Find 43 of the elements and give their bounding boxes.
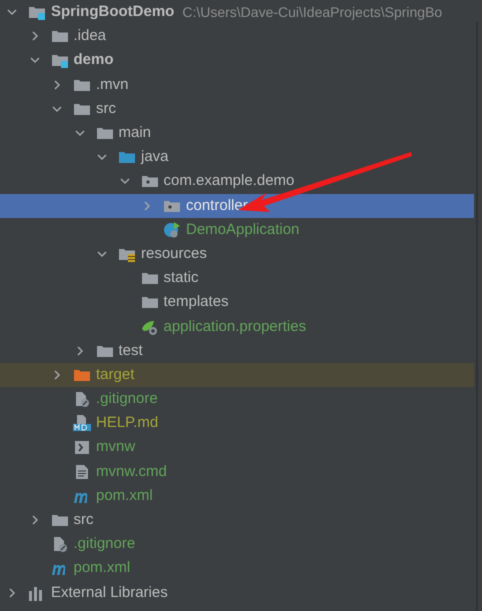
module-folder-icon [50,52,68,68]
folder-icon [118,149,136,166]
tree-item-label[interactable]: java [141,148,169,166]
tree-item-label[interactable]: application.properties [164,318,306,336]
folder-icon [140,270,158,286]
tree-item-label[interactable]: static [164,269,199,288]
spring-class-icon [163,222,181,238]
folder-icon [96,125,114,142]
tree-item-label[interactable]: target [96,366,134,384]
tree-item-label[interactable]: templates [164,293,229,312]
tree-item-label[interactable]: resources [141,244,207,263]
text-file-icon [73,464,91,480]
tree-item-label[interactable]: demo [74,51,114,70]
tree-item-label[interactable]: .mvn [96,76,129,94]
spring-properties-icon [140,318,158,335]
tree-item-label[interactable]: External Libraries [51,584,168,602]
tree-item-label[interactable]: pom.xml [74,559,130,578]
tree-item-label[interactable]: .gitignore [74,535,136,554]
markdown-file-icon [73,415,91,432]
folder-icon [50,512,68,528]
module-folder-icon [28,4,46,20]
tree-item-label[interactable]: src [74,511,94,530]
tree-item-label[interactable]: SpringBootDemo [51,3,174,22]
tree-item-label[interactable]: pom.xml [96,486,153,505]
folder-icon [140,294,158,310]
project-path: C:\Users\Dave-Cui\IdeaProjects\SpringBo [182,2,442,22]
tree-item-label[interactable]: src [96,100,116,118]
tree-item-label[interactable]: main [118,124,152,142]
tree-item-label[interactable]: mvnw.cmd [96,462,167,481]
tree-item-label[interactable]: controller [186,196,248,215]
tree-item-label[interactable]: DemoApplication [186,220,300,239]
highlighted-tree-row[interactable]: target [0,362,474,387]
tree-item-label[interactable]: com.example.demo [164,172,294,190]
package-folder-icon [140,173,158,190]
gitignore-file-icon [73,391,91,408]
tree-item-label[interactable]: mvnw [96,438,136,456]
folder-icon [50,28,68,44]
terminal-file-icon [73,439,91,456]
tree-item-label[interactable]: test [118,342,143,360]
tree-item-label[interactable]: .idea [74,27,106,46]
selected-tree-row[interactable]: controller [0,194,474,218]
tree-item-label[interactable]: HELP.md [96,414,158,432]
tree-item-label[interactable]: .gitignore [96,390,158,408]
